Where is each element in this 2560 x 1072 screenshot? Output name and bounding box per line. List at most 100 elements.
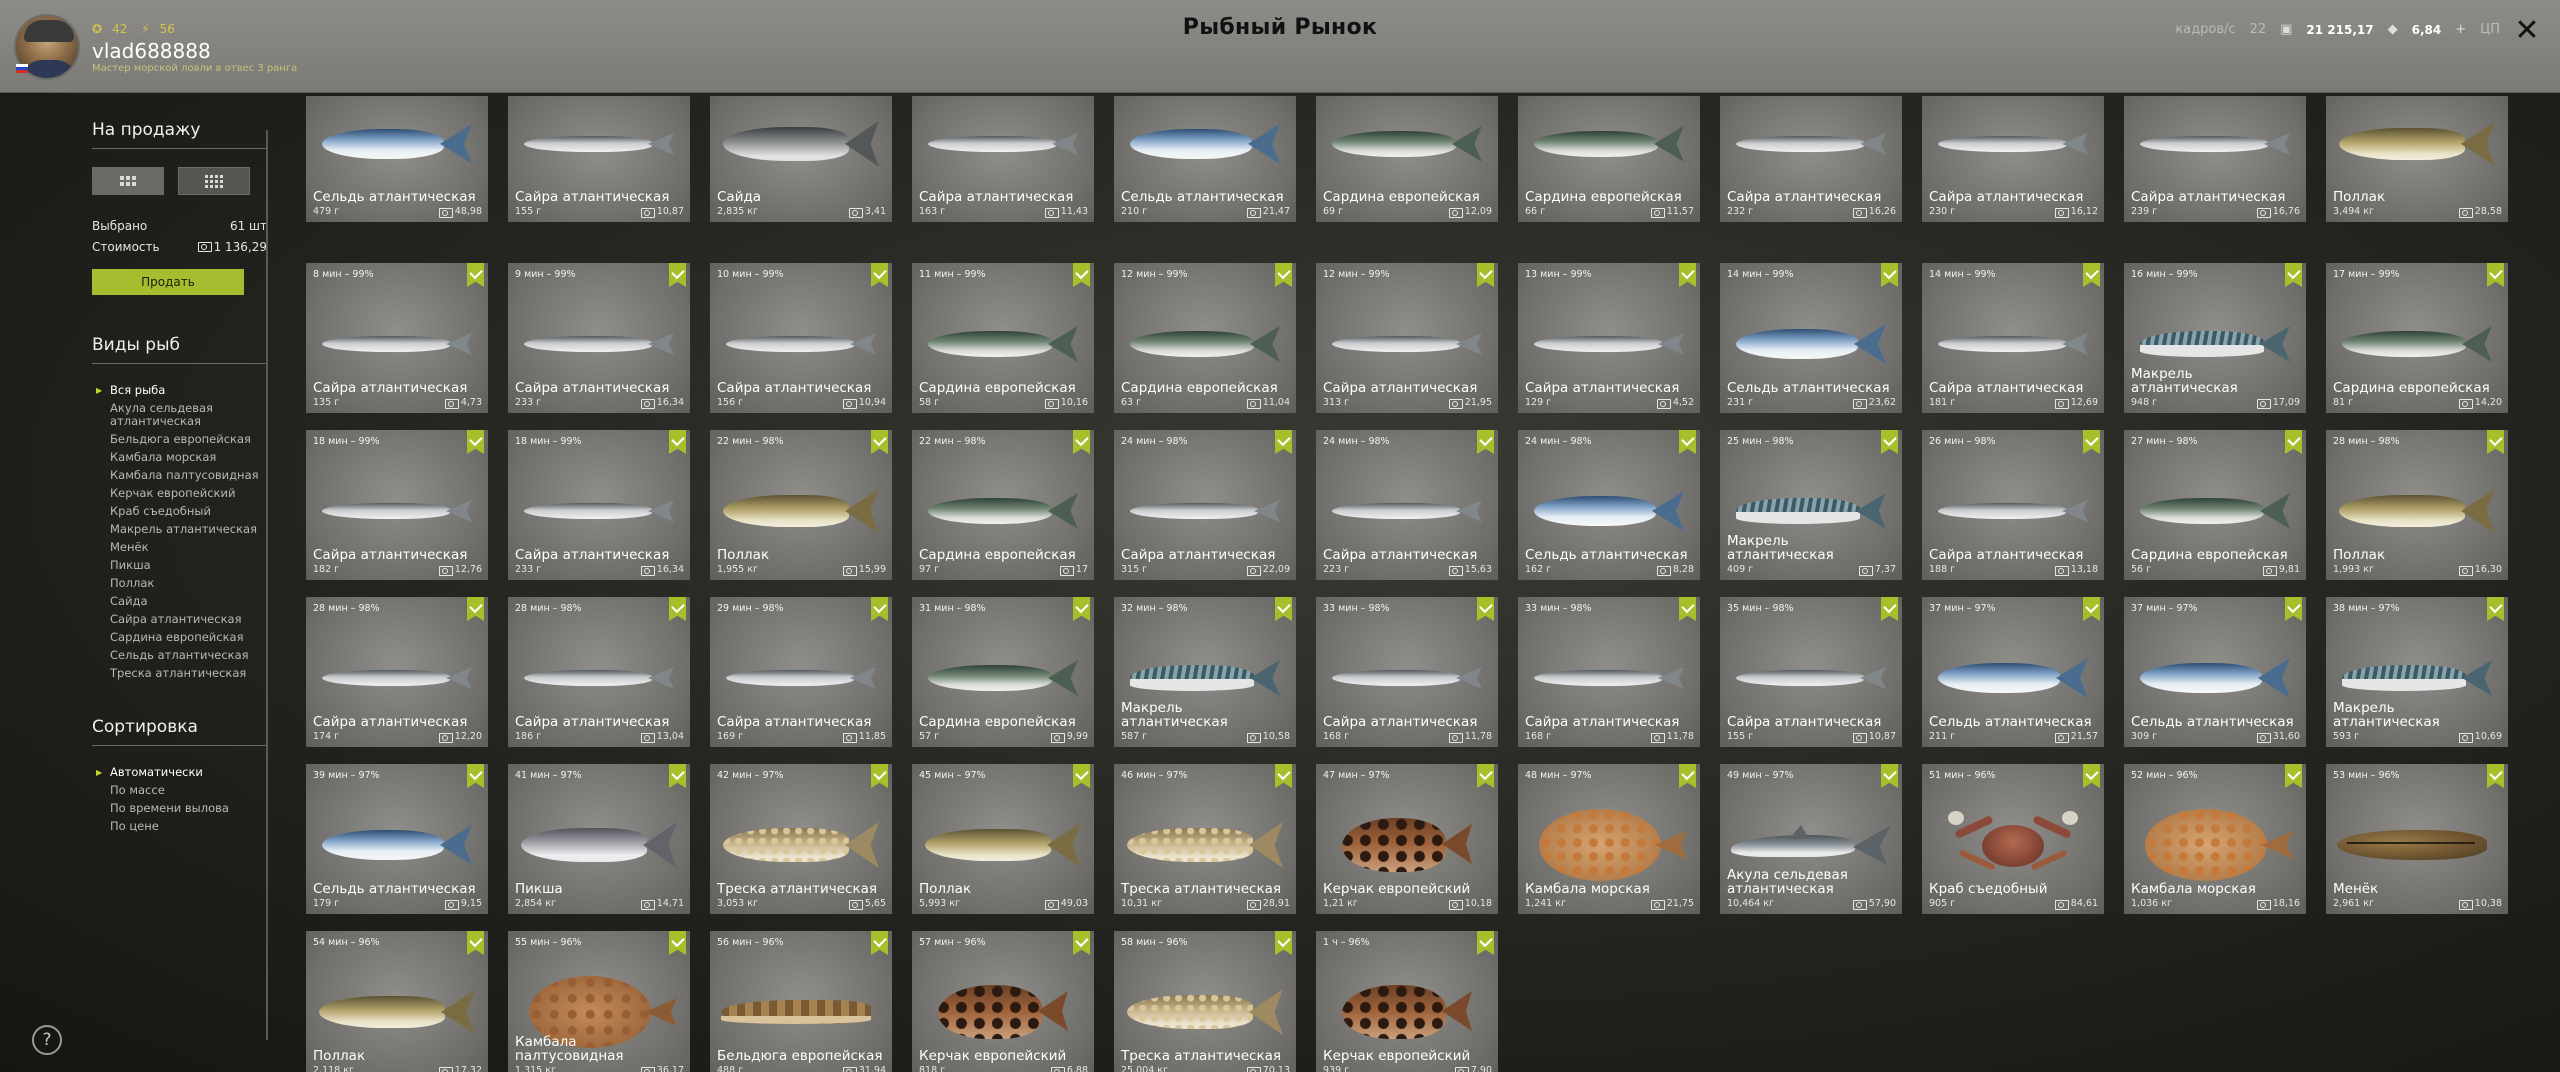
help-button[interactable]: ? xyxy=(32,1025,62,1055)
fish-card[interactable]: 54 мин – 96% Поллак 2,118 кг 17,32 xyxy=(306,931,488,1072)
selected-check-icon[interactable] xyxy=(2487,764,2504,788)
selected-check-icon[interactable] xyxy=(1477,764,1494,788)
fish-card[interactable]: 11 мин – 99% Сардина европейская 58 г 10,16 xyxy=(912,263,1094,413)
selected-check-icon[interactable] xyxy=(1073,764,1090,788)
selected-check-icon[interactable] xyxy=(871,764,888,788)
fish-card[interactable]: 53 мин – 96% Менёк 2,961 кг 10,38 xyxy=(2326,764,2508,914)
fish-card[interactable]: 37 мин – 97% Сельдь атлантическая 211 г 21,… xyxy=(1922,597,2104,747)
selected-check-icon[interactable] xyxy=(1477,430,1494,454)
selected-check-icon[interactable] xyxy=(669,931,686,955)
selected-check-icon[interactable] xyxy=(467,263,484,287)
selected-check-icon[interactable] xyxy=(1073,597,1090,621)
fish-card[interactable]: 57 мин – 96% Керчак европейский 818 г 6,88 xyxy=(912,931,1094,1072)
selected-check-icon[interactable] xyxy=(1679,263,1696,287)
sort-option-item[interactable]: По массе xyxy=(92,782,267,800)
fish-card[interactable]: 58 мин – 96% Треска атлантическая 25,004 к… xyxy=(1114,931,1296,1072)
fish-card[interactable]: 24 мин – 98% Сельдь атлантическая 162 г 8,2… xyxy=(1518,430,1700,580)
selected-check-icon[interactable] xyxy=(669,597,686,621)
species-filter-item[interactable]: Бельдюга европейская xyxy=(92,431,267,449)
species-filter-item[interactable]: Вся рыба xyxy=(92,382,267,400)
fish-card[interactable]: 41 мин – 97% Пикша 2,854 кг 14,71 xyxy=(508,764,690,914)
fish-card[interactable]: 32 мин – 98% Макрель атлантическая 587 г 10… xyxy=(1114,597,1296,747)
species-filter-item[interactable]: Сайда xyxy=(92,593,267,611)
species-filter-item[interactable]: Пикша xyxy=(92,557,267,575)
fish-card[interactable]: Сайра атлантическая 230 г 16,12 xyxy=(1922,96,2104,222)
view-large-grid-button[interactable] xyxy=(92,167,164,195)
fish-card[interactable]: 8 мин – 99% Сайра атлантическая 135 г 4,73 xyxy=(306,263,488,413)
selected-check-icon[interactable] xyxy=(871,931,888,955)
selected-check-icon[interactable] xyxy=(669,430,686,454)
fish-card[interactable]: 31 мин – 98% Сардина европейская 57 г 9,99 xyxy=(912,597,1094,747)
sort-option-item[interactable]: По времени вылова xyxy=(92,800,267,818)
fish-card[interactable]: Сайра атлантическая 239 г 16,76 xyxy=(2124,96,2306,222)
fish-card[interactable]: 39 мин – 97% Сельдь атлантическая 179 г 9,1… xyxy=(306,764,488,914)
fish-card[interactable]: 14 мин – 99% Сайра атлантическая 181 г 12,6… xyxy=(1922,263,2104,413)
fish-card[interactable]: 24 мин – 98% Сайра атлантическая 223 г 15,6… xyxy=(1316,430,1498,580)
fish-card[interactable]: 52 мин – 96% Камбала морская 1,036 кг 18,16 xyxy=(2124,764,2306,914)
fish-card[interactable]: 46 мин – 97% Треска атлантическая 10,31 кг… xyxy=(1114,764,1296,914)
fish-card[interactable]: 35 мин – 98% Сайра атлантическая 155 г 10,8… xyxy=(1720,597,1902,747)
selected-check-icon[interactable] xyxy=(1477,931,1494,955)
fish-card[interactable]: Сайра атлантическая 163 г 11,43 xyxy=(912,96,1094,222)
fish-card[interactable]: 28 мин – 98% Сайра атлантическая 186 г 13,0… xyxy=(508,597,690,747)
selected-check-icon[interactable] xyxy=(467,597,484,621)
fish-card[interactable]: 45 мин – 97% Поллак 5,993 кг 49,03 xyxy=(912,764,1094,914)
species-filter-item[interactable]: Менёк xyxy=(92,539,267,557)
view-small-grid-button[interactable] xyxy=(178,167,250,195)
selected-check-icon[interactable] xyxy=(871,597,888,621)
fish-card[interactable]: Сардина европейская 69 г 12,09 xyxy=(1316,96,1498,222)
fish-card[interactable]: Сельдь атлантическая 210 г 21,47 xyxy=(1114,96,1296,222)
selected-check-icon[interactable] xyxy=(2285,597,2302,621)
species-filter-item[interactable]: Камбала палтусовидная xyxy=(92,467,267,485)
selected-check-icon[interactable] xyxy=(1679,764,1696,788)
selected-check-icon[interactable] xyxy=(1881,764,1898,788)
sort-option-item[interactable]: По цене xyxy=(92,818,267,836)
fish-card[interactable]: 37 мин – 97% Сельдь атлантическая 309 г 31,… xyxy=(2124,597,2306,747)
selected-check-icon[interactable] xyxy=(1477,263,1494,287)
selected-check-icon[interactable] xyxy=(669,764,686,788)
sell-button[interactable]: Продать xyxy=(92,269,244,295)
selected-check-icon[interactable] xyxy=(1073,430,1090,454)
fish-card[interactable]: 24 мин – 98% Сайра атлантическая 315 г 22,0… xyxy=(1114,430,1296,580)
selected-check-icon[interactable] xyxy=(1073,931,1090,955)
fish-card[interactable]: 17 мин – 99% Сардина европейская 81 г 14,20 xyxy=(2326,263,2508,413)
fish-card[interactable]: 27 мин – 98% Сардина европейская 56 г 9,81 xyxy=(2124,430,2306,580)
fish-card[interactable]: 51 мин – 96% Краб съедобный 905 г 84,61 xyxy=(1922,764,2104,914)
selected-check-icon[interactable] xyxy=(1477,597,1494,621)
selected-check-icon[interactable] xyxy=(871,430,888,454)
selected-check-icon[interactable] xyxy=(1679,597,1696,621)
selected-check-icon[interactable] xyxy=(1881,263,1898,287)
selected-check-icon[interactable] xyxy=(1275,597,1292,621)
selected-check-icon[interactable] xyxy=(1275,430,1292,454)
sort-option-item[interactable]: Автоматически xyxy=(92,764,267,782)
fish-card[interactable]: 12 мин – 99% Сайра атлантическая 313 г 21,9… xyxy=(1316,263,1498,413)
fish-card[interactable]: 18 мин – 99% Сайра атлантическая 182 г 12,7… xyxy=(306,430,488,580)
fish-card[interactable]: 18 мин – 99% Сайра атлантическая 233 г 16,3… xyxy=(508,430,690,580)
species-filter-item[interactable]: Сельдь атлантическая xyxy=(92,647,267,665)
species-filter-item[interactable]: Макрель атлантическая xyxy=(92,521,267,539)
species-filter-item[interactable]: Сайра атлантическая xyxy=(92,611,267,629)
fish-card[interactable]: 33 мин – 98% Сайра атлантическая 168 г 11,7… xyxy=(1316,597,1498,747)
species-filter-item[interactable]: Акула сельдевая атлантическая xyxy=(92,400,267,431)
help-icon[interactable]: ? xyxy=(42,1030,51,1050)
fish-card[interactable]: 47 мин – 97% Керчак европейский 1,21 кг 10,… xyxy=(1316,764,1498,914)
fish-card[interactable]: 10 мин – 99% Сайра атлантическая 156 г 10,9… xyxy=(710,263,892,413)
fish-card[interactable]: 25 мин – 98% Макрель атлантическая 409 г 7,… xyxy=(1720,430,1902,580)
selected-check-icon[interactable] xyxy=(1275,931,1292,955)
selected-check-icon[interactable] xyxy=(1275,764,1292,788)
fish-card[interactable]: 38 мин – 97% Макрель атлантическая 593 г 10… xyxy=(2326,597,2508,747)
species-filter-item[interactable]: Камбала морская xyxy=(92,449,267,467)
fish-card[interactable]: Сельдь атлантическая 479 г 48,98 xyxy=(306,96,488,222)
selected-check-icon[interactable] xyxy=(2487,597,2504,621)
selected-check-icon[interactable] xyxy=(2083,764,2100,788)
selected-check-icon[interactable] xyxy=(467,764,484,788)
close-icon[interactable]: ✕ xyxy=(2514,13,2539,48)
fish-card[interactable]: Сайра атлантическая 155 г 10,87 xyxy=(508,96,690,222)
selected-check-icon[interactable] xyxy=(1881,430,1898,454)
fish-card[interactable]: 12 мин – 99% Сардина европейская 63 г 11,04 xyxy=(1114,263,1296,413)
fish-card[interactable]: Сайра атлантическая 232 г 16,26 xyxy=(1720,96,1902,222)
selected-check-icon[interactable] xyxy=(871,263,888,287)
fish-card[interactable]: 28 мин – 98% Поллак 1,993 кг 16,30 xyxy=(2326,430,2508,580)
fish-card[interactable]: 56 мин – 96% Бельдюга европейская 488 г 31,… xyxy=(710,931,892,1072)
selected-check-icon[interactable] xyxy=(1073,263,1090,287)
